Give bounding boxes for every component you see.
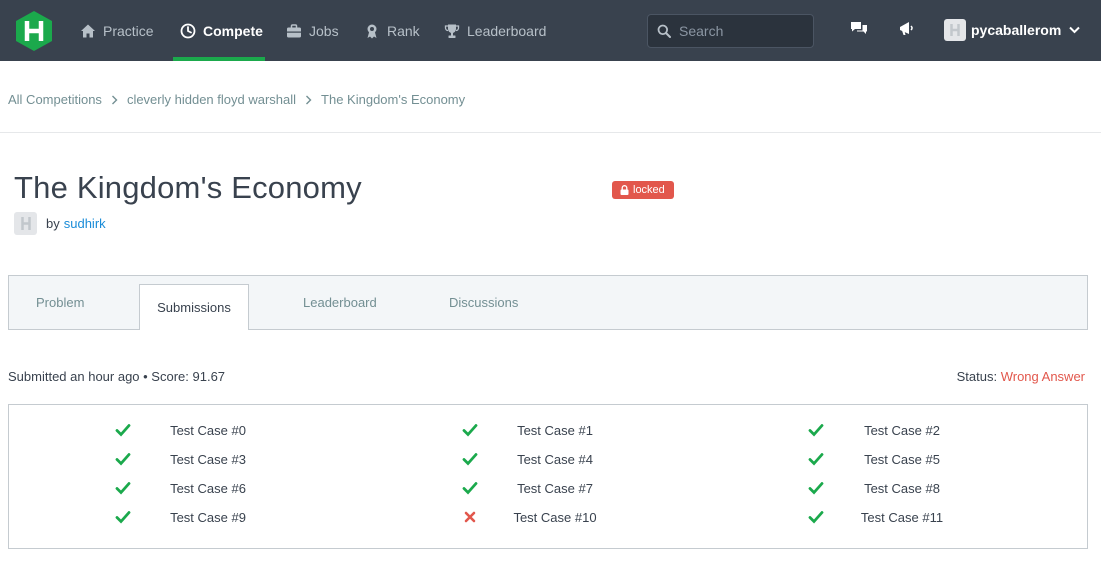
ribbon-icon <box>367 24 377 38</box>
nav-leaderboard[interactable]: Leaderboard <box>444 0 546 61</box>
test-case-label: Test Case #3 <box>170 452 246 467</box>
username: pycaballerom <box>971 22 1062 38</box>
top-navbar: Practice Compete Jobs Rank Leaderboard S… <box>0 0 1101 61</box>
tab-submissions-label: Submissions <box>157 300 231 315</box>
test-case-item[interactable]: Test Case #10 <box>9 507 1087 527</box>
author-link[interactable]: sudhirk <box>64 216 106 231</box>
hackerrank-logo[interactable] <box>14 10 54 52</box>
test-case-item[interactable]: Test Case #5 <box>9 449 1087 469</box>
announcement-icon[interactable] <box>897 19 917 39</box>
chevron-right-icon <box>111 95 118 104</box>
locked-badge-label: locked <box>633 184 665 196</box>
search-icon <box>657 24 671 38</box>
check-icon <box>115 511 131 524</box>
trophy-icon <box>444 24 460 38</box>
test-case-label: Test Case #8 <box>864 481 940 496</box>
header-divider <box>0 132 1101 133</box>
nav-rank-label: Rank <box>387 22 420 39</box>
check-icon <box>115 453 131 466</box>
submission-info: Submitted an hour ago • Score: 91.67 <box>8 369 226 384</box>
test-case-label: Test Case #2 <box>864 423 940 438</box>
submission-status: Status: Wrong Answer <box>957 369 1085 384</box>
lock-icon <box>620 185 629 195</box>
nav-compete-label: Compete <box>203 22 263 39</box>
challenge-tabs: Problem Submissions Leaderboard Discussi… <box>8 275 1088 330</box>
test-case-item[interactable]: Test Case #1 <box>9 420 1087 440</box>
test-case-label: Test Case #9 <box>170 510 246 525</box>
check-icon <box>462 453 478 466</box>
nav-active-indicator <box>173 57 265 61</box>
status-label: Status: <box>956 369 998 384</box>
test-case-label: Test Case #1 <box>517 423 593 438</box>
avatar <box>944 19 966 41</box>
test-case-item[interactable]: Test Case #11 <box>9 507 1087 527</box>
briefcase-icon <box>287 23 301 37</box>
nav-jobs[interactable]: Jobs <box>286 0 339 61</box>
test-case-item[interactable]: Test Case #0 <box>9 420 1087 440</box>
check-icon <box>115 424 131 437</box>
test-case-label: Test Case #11 <box>860 510 944 525</box>
tab-problem[interactable]: Problem <box>36 276 84 329</box>
messages-icon[interactable] <box>849 19 869 39</box>
breadcrumb: All Competitions cleverly hidden floyd w… <box>8 92 465 107</box>
test-case-item[interactable]: Test Case #4 <box>9 449 1087 469</box>
test-case-label: Test Case #0 <box>170 423 246 438</box>
locked-badge: locked <box>612 181 674 199</box>
nav-leaderboard-label: Leaderboard <box>467 22 547 39</box>
clock-icon <box>180 23 196 38</box>
page-title: The Kingdom's Economy <box>14 170 362 205</box>
nav-rank[interactable]: Rank <box>364 0 420 61</box>
tab-leaderboard-label: Leaderboard <box>303 295 377 310</box>
test-case-label: Test Case #10 <box>513 510 597 525</box>
test-case-item[interactable]: Test Case #8 <box>9 478 1087 498</box>
test-case-item[interactable]: Test Case #6 <box>9 478 1087 498</box>
check-icon <box>462 482 478 495</box>
check-icon <box>808 482 824 495</box>
author-avatar <box>14 212 37 235</box>
tab-discussions[interactable]: Discussions <box>449 276 518 329</box>
test-case-item[interactable]: Test Case #3 <box>9 449 1087 469</box>
author-line: by sudhirk <box>14 212 106 235</box>
nav-practice-label: Practice <box>103 22 154 39</box>
check-icon <box>462 424 478 437</box>
test-case-item[interactable]: Test Case #9 <box>9 507 1087 527</box>
test-case-label: Test Case #5 <box>864 452 940 467</box>
test-case-grid: Test Case #0 Test Case #1 Test Case #2 Test… <box>8 404 1088 549</box>
check-icon <box>808 424 824 437</box>
test-case-label: Test Case #4 <box>517 452 593 467</box>
test-case-label: Test Case #7 <box>517 481 593 496</box>
author-by-label: by <box>46 216 60 231</box>
tab-submissions[interactable]: Submissions <box>139 284 249 330</box>
breadcrumb-all-competitions[interactable]: All Competitions <box>8 92 102 107</box>
status-value: Wrong Answer <box>1000 369 1085 384</box>
tab-leaderboard[interactable]: Leaderboard <box>303 276 377 329</box>
cross-icon <box>464 511 476 523</box>
chevron-right-icon <box>306 95 312 104</box>
breadcrumb-contest[interactable]: cleverly hidden floyd warshall <box>127 92 296 107</box>
avatar-placeholder-icon <box>20 217 31 230</box>
breadcrumb-current: The Kingdom's Economy <box>321 92 466 107</box>
check-icon <box>808 511 824 524</box>
test-case-item[interactable]: Test Case #7 <box>9 478 1087 498</box>
chevron-down-icon <box>1069 26 1080 34</box>
avatar-placeholder-icon <box>950 24 960 36</box>
check-icon <box>115 482 131 495</box>
home-icon <box>81 24 95 37</box>
tab-discussions-label: Discussions <box>449 295 519 310</box>
nav-compete[interactable]: Compete <box>180 0 263 61</box>
check-icon <box>808 453 824 466</box>
nav-jobs-label: Jobs <box>309 22 339 39</box>
profile-menu[interactable]: pycaballerom <box>944 19 1080 41</box>
test-case-item[interactable]: Test Case #2 <box>9 420 1087 440</box>
test-case-label: Test Case #6 <box>170 481 246 496</box>
search-input[interactable] <box>679 23 799 39</box>
tab-problem-label: Problem <box>36 295 85 310</box>
nav-practice[interactable]: Practice <box>80 0 154 61</box>
search-box[interactable] <box>647 14 814 48</box>
